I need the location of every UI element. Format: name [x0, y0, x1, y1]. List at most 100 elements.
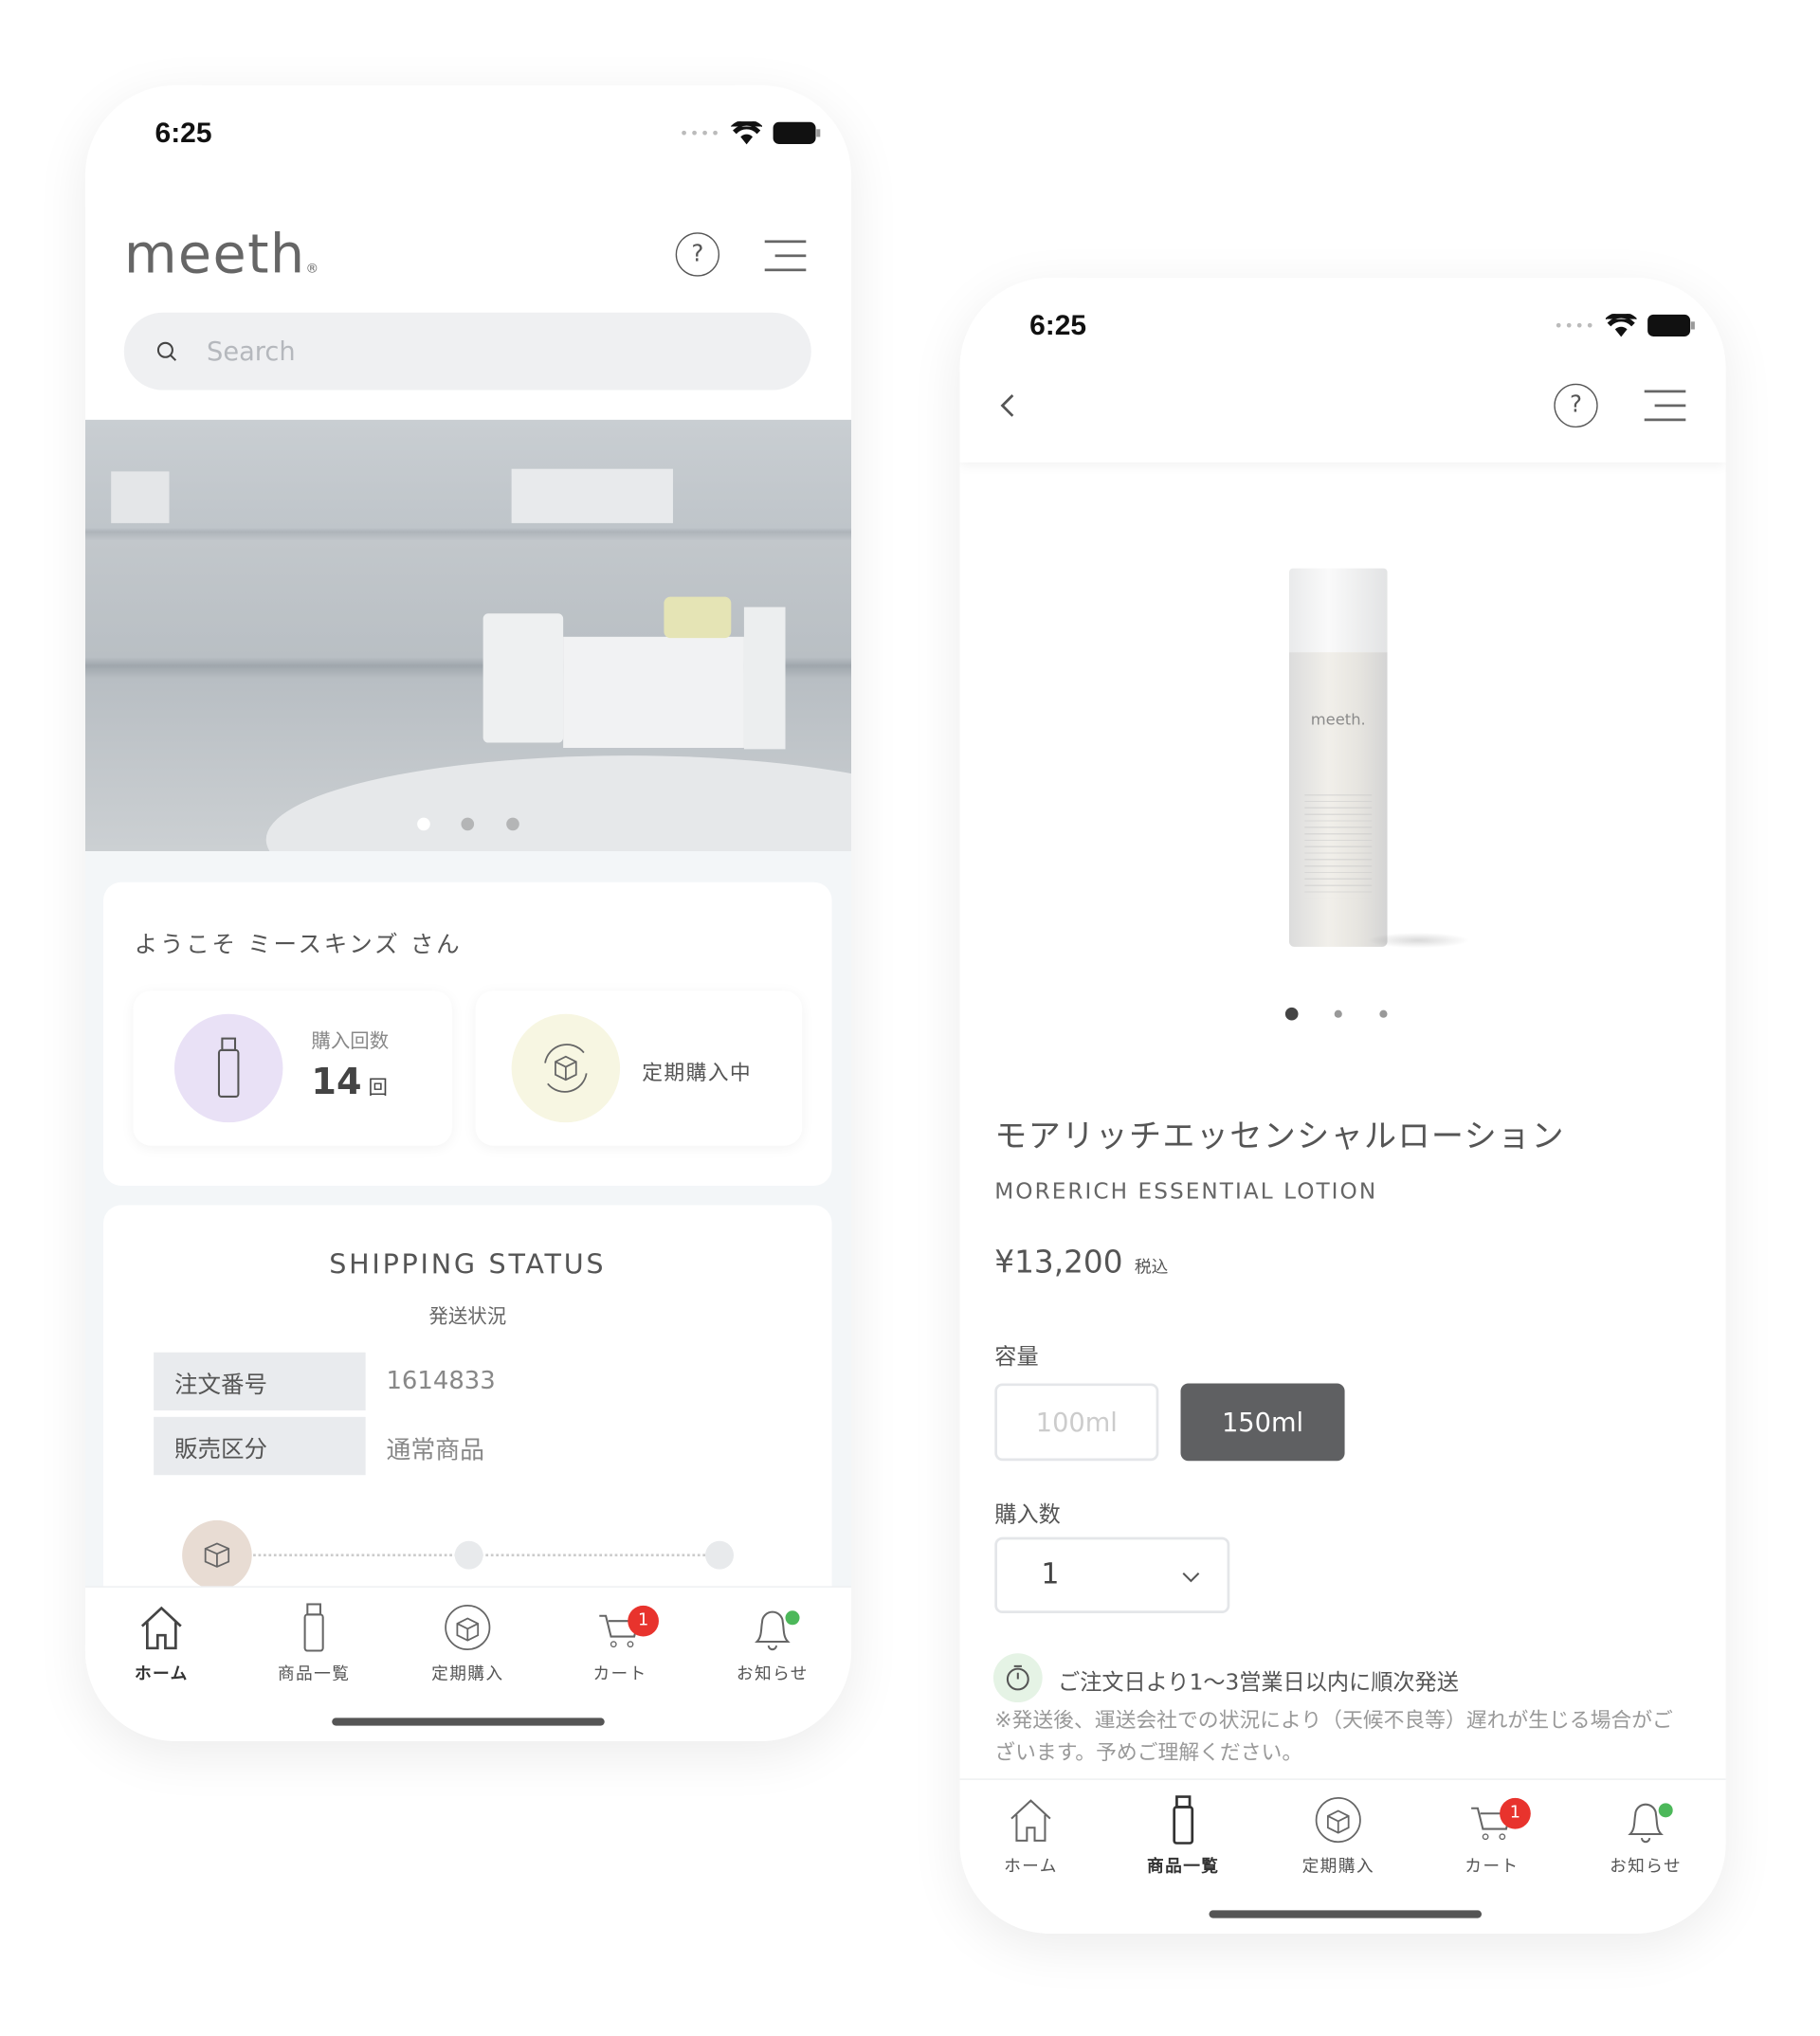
welcome-text: ようこそ ミースキンズ さん: [134, 931, 463, 959]
subscription-box-icon: [511, 1013, 621, 1123]
tab-home[interactable]: ホーム: [97, 1603, 226, 1684]
bottle-body: meeth.: [1288, 652, 1388, 947]
progress-step: [705, 1540, 735, 1570]
bell-icon: [1628, 1803, 1664, 1844]
subscription-card[interactable]: 定期購入中: [475, 991, 803, 1146]
logo-text: meeth: [123, 222, 306, 286]
tab-label: 定期購入: [1301, 1857, 1374, 1878]
search-input[interactable]: Search: [123, 312, 811, 391]
back-chevron-icon[interactable]: [998, 392, 1016, 418]
battery-icon: [774, 121, 821, 144]
tab-label: ホーム: [1004, 1857, 1058, 1878]
home-screen: 6:25 •••• meeth® ? Search ようこそ ミースキンズ さん…: [84, 84, 852, 1741]
search-icon: [156, 341, 177, 361]
tab-products[interactable]: 商品一覧: [1119, 1795, 1247, 1877]
sales-category-value: 通常商品: [386, 1436, 485, 1465]
quantity-value: 1: [1041, 1558, 1060, 1591]
purchase-count-card[interactable]: 購入回数 14 回: [133, 991, 452, 1146]
home-icon: [1010, 1799, 1051, 1842]
carousel-dot-active[interactable]: [417, 817, 430, 831]
capacity-option-100ml[interactable]: 100ml: [994, 1383, 1159, 1462]
chevron-down-icon: [1182, 1572, 1200, 1583]
bottle-icon: [1173, 1795, 1194, 1845]
home-indicator: [332, 1718, 605, 1726]
product-name-ja: モアリッチエッセンシャルローション: [994, 1117, 1565, 1155]
signal-icon: ••••: [679, 123, 721, 142]
bottle-cap: [1288, 568, 1388, 653]
product-detail-screen: 6:25 •••• ? meeth. モアリッチエッセンシャルローション MOR…: [959, 277, 1726, 1934]
bottle-shadow: [1366, 932, 1470, 949]
shelf-products: [511, 468, 673, 523]
cart-badge: 1: [1500, 1797, 1531, 1829]
product-image[interactable]: meeth.: [1288, 568, 1470, 950]
order-number-label: 注文番号: [154, 1352, 366, 1411]
carousel-dot[interactable]: [461, 817, 475, 831]
help-icon[interactable]: ?: [1554, 383, 1598, 428]
tab-cart[interactable]: カート 1: [1428, 1795, 1556, 1877]
tab-label: カート: [1465, 1857, 1520, 1878]
bottle-icon: [173, 1013, 283, 1123]
product-name-en: MORERICH ESSENTIAL LOTION: [994, 1179, 1378, 1206]
battery-icon: [1647, 314, 1696, 336]
purchase-count-label: 購入回数: [311, 1029, 390, 1053]
tab-subscription[interactable]: 定期購入: [1274, 1795, 1403, 1877]
logo[interactable]: meeth®: [124, 222, 320, 285]
order-number-value: 1614833: [386, 1366, 496, 1395]
shipping-title: SHIPPING STATUS: [329, 1248, 607, 1281]
notification-dot: [785, 1610, 800, 1626]
carousel-dot[interactable]: [506, 817, 519, 831]
subscription-box-icon: [1315, 1796, 1361, 1844]
product-price: ¥13,200: [994, 1244, 1123, 1281]
tab-label: カート: [592, 1664, 647, 1684]
shelf-products: [111, 471, 170, 523]
status-icons: ••••: [1554, 314, 1696, 337]
tab-home[interactable]: ホーム: [966, 1795, 1095, 1877]
cart-badge: 1: [628, 1605, 659, 1637]
welcome-card: ようこそ ミースキンズ さん 購入回数 14 回 定期購入中: [103, 882, 832, 1186]
wifi-icon: [731, 121, 763, 145]
timer-icon: [992, 1653, 1043, 1703]
home-icon: [140, 1606, 182, 1650]
product-box: [563, 636, 744, 749]
tab-products[interactable]: 商品一覧: [249, 1603, 378, 1684]
menu-icon[interactable]: [1644, 390, 1686, 433]
progress-step-shipping-icon: [182, 1519, 252, 1591]
carousel-dot-active[interactable]: [1284, 1007, 1299, 1021]
registered-mark: ®: [305, 262, 320, 277]
tab-notifications[interactable]: お知らせ: [1581, 1795, 1710, 1877]
tab-cart[interactable]: カート 1: [555, 1603, 684, 1684]
tab-label: 定期購入: [431, 1664, 504, 1684]
quantity-label: 購入数: [994, 1501, 1061, 1529]
purchase-count-value: 14: [311, 1060, 362, 1103]
oil-bottle: [664, 596, 732, 639]
tab-notifications[interactable]: お知らせ: [708, 1603, 837, 1684]
progress-step: [454, 1540, 483, 1570]
tab-subscription[interactable]: 定期購入: [403, 1603, 532, 1684]
delivery-estimate: ご注文日より1〜3営業日以内に順次発送: [1058, 1669, 1459, 1697]
bottle-icon: [303, 1603, 324, 1652]
signal-icon: ••••: [1554, 316, 1596, 335]
bell-icon: [755, 1610, 791, 1651]
bottle-logo: meeth.: [1310, 710, 1366, 729]
shipping-status-card: SHIPPING STATUS 発送状況 注文番号 1614833 販売区分 通…: [103, 1205, 832, 1619]
bottle-label-text: [1304, 794, 1373, 899]
counter-table: [265, 755, 852, 852]
carousel-dot[interactable]: [1379, 1009, 1388, 1018]
tab-label: 商品一覧: [1147, 1857, 1220, 1878]
lotion-bottle: [743, 607, 786, 750]
shipping-subtitle: 発送状況: [428, 1304, 507, 1328]
tab-label: 商品一覧: [277, 1664, 351, 1684]
status-time: 6:25: [155, 116, 212, 149]
subscription-status: 定期購入中: [642, 1060, 753, 1085]
tab-label: ホーム: [134, 1664, 189, 1684]
help-icon[interactable]: ?: [675, 232, 720, 277]
hero-banner-image[interactable]: [84, 419, 852, 852]
purchase-count-unit: 回: [368, 1076, 388, 1100]
capacity-option-150ml[interactable]: 150ml: [1180, 1383, 1345, 1462]
delivery-note: ※発送後、運送会社での状況により（天候不良等）遅れが生じる場合がございます。予め…: [994, 1707, 1673, 1765]
menu-icon[interactable]: [764, 240, 807, 282]
carousel-dot[interactable]: [1334, 1009, 1342, 1018]
quantity-select[interactable]: 1: [994, 1536, 1230, 1614]
status-icons: ••••: [680, 121, 822, 145]
wifi-icon: [1606, 314, 1637, 337]
